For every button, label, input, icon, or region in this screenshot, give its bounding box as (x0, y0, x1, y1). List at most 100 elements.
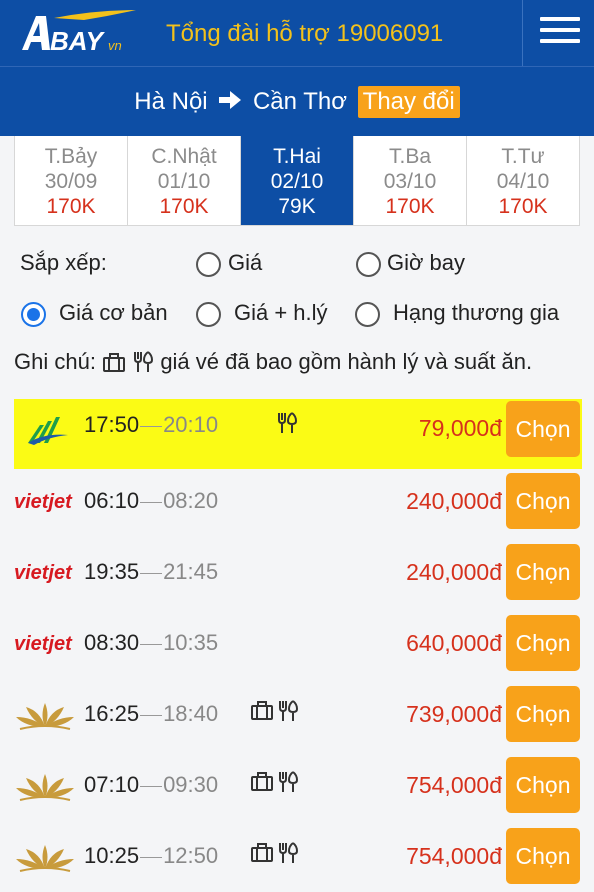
flight-price: 739,000đ (406, 701, 502, 727)
flight-price: 754,000đ (406, 843, 502, 869)
choose-flight-button[interactable]: Chọn (506, 828, 580, 884)
route-bar: Hà Nội Cần Thơ Thay đổi (0, 66, 594, 136)
flight-row[interactable]: 07:10 09:30 754,000đ Chọn (0, 754, 594, 816)
svg-text:vietjet: vietjet (14, 562, 73, 584)
date-tab[interactable]: C.Nhật 01/10 170K (128, 136, 241, 225)
svg-text:vietjet: vietjet (14, 633, 73, 655)
luggage-icon (250, 842, 274, 868)
fare-basic-label[interactable]: Giá cơ bản (59, 300, 168, 326)
flight-time: 10:25 12:50 (84, 843, 218, 869)
vietnam-airlines-logo-icon (14, 766, 76, 806)
fare-luggage-radio[interactable] (196, 302, 221, 327)
date-tab-active[interactable]: T.Hai 02/10 79K (241, 136, 354, 225)
time-separator (140, 643, 163, 645)
flight-time: 17:50 20:10 (84, 412, 218, 438)
date-tab-weekday: T.Tư (501, 145, 545, 168)
time-separator (140, 714, 163, 716)
sort-row: Sắp xếp: Giá Giờ bay (0, 250, 594, 284)
route-summary: Hà Nội Cần Thơ Thay đổi (0, 86, 594, 118)
note-description: giá vé đã bao gồm hành lý và suất ăn. (160, 349, 533, 374)
vietnam-airlines-logo-icon (14, 695, 76, 735)
hotline-text[interactable]: Tổng đài hỗ trợ 19006091 (166, 20, 443, 48)
flight-row[interactable]: 17:50 20:10 79,000đ Chọn (14, 399, 582, 469)
luggage-icon (250, 700, 274, 726)
date-tab[interactable]: T.Bảy 30/09 170K (15, 136, 128, 225)
svg-text:vietjet: vietjet (14, 491, 73, 513)
fare-business-radio[interactable] (355, 302, 380, 327)
date-tabs: T.Bảy 30/09 170K C.Nhật 01/10 170K T.Hai… (14, 136, 580, 226)
note-label: Ghi chú: (14, 349, 96, 374)
fare-basic-radio[interactable] (21, 302, 46, 327)
meal-icon (277, 770, 299, 798)
vietjet-logo-icon: vietjet (14, 553, 76, 593)
time-separator (140, 856, 163, 858)
choose-flight-button[interactable]: Chọn (506, 757, 580, 813)
time-separator (140, 785, 163, 787)
meal-icon (277, 699, 299, 727)
bamboo-logo-icon (14, 411, 76, 451)
departure-time: 17:50 (84, 412, 140, 437)
meal-icon (277, 841, 299, 869)
date-tab-date: 03/10 (383, 170, 437, 193)
choose-flight-button[interactable]: Chọn (506, 544, 580, 600)
sort-time-label[interactable]: Giờ bay (387, 250, 465, 276)
date-tab-date: 01/10 (157, 170, 211, 193)
sort-label: Sắp xếp: (20, 250, 107, 275)
note-text: Ghi chú: giá vé đã bao gồm hành lý và su… (14, 349, 532, 375)
flight-time: 06:10 08:20 (84, 488, 218, 514)
fare-luggage-label[interactable]: Giá + h.lý (234, 300, 328, 326)
vietjet-logo-icon: vietjet (14, 624, 76, 664)
date-tab-price: 170K (159, 195, 209, 218)
date-tab-weekday: C.Nhật (151, 145, 217, 168)
luggage-icon (250, 771, 274, 797)
hamburger-menu-icon[interactable] (540, 17, 580, 45)
amenities (250, 841, 299, 869)
flight-row[interactable]: vietjet 06:10 08:20 240,000đ Chọn (0, 470, 594, 532)
arrow-right-icon (218, 89, 242, 117)
arrival-time: 20:10 (163, 412, 219, 437)
arrival-time: 10:35 (163, 630, 219, 655)
flight-price: 240,000đ (406, 488, 502, 514)
flight-price: 640,000đ (406, 630, 502, 656)
choose-flight-button[interactable]: Chọn (506, 401, 580, 457)
flight-row[interactable]: 10:25 12:50 754,000đ Chọn (0, 825, 594, 887)
flight-row[interactable]: vietjet 08:30 10:35 640,000đ Chọn (0, 612, 594, 674)
arrival-time: 08:20 (163, 488, 219, 513)
flight-row[interactable]: 16:25 18:40 739,000đ Chọn (0, 683, 594, 745)
meal-icon (134, 351, 154, 372)
date-tab[interactable]: T.Tư 04/10 170K (467, 136, 579, 225)
flight-row[interactable]: vietjet 19:35 21:45 240,000đ Chọn (0, 541, 594, 603)
date-tab-weekday: T.Ba (388, 145, 432, 168)
arrival-time: 18:40 (163, 701, 219, 726)
date-tab[interactable]: T.Ba 03/10 170K (354, 136, 467, 225)
luggage-icon (103, 353, 126, 372)
destination-city: Cần Thơ (252, 88, 347, 115)
fare-business-label[interactable]: Hạng thương gia (393, 300, 559, 326)
sort-price-radio[interactable] (196, 252, 221, 277)
time-separator (140, 572, 163, 574)
departure-time: 06:10 (84, 488, 140, 513)
meal-icon (276, 411, 298, 439)
date-tab-price: 170K (46, 195, 96, 218)
departure-time: 16:25 (84, 701, 140, 726)
flight-price: 754,000đ (406, 772, 502, 798)
date-tab-date: 04/10 (496, 170, 550, 193)
arrival-time: 09:30 (163, 772, 219, 797)
choose-flight-button[interactable]: Chọn (506, 686, 580, 742)
date-tab-date: 30/09 (44, 170, 98, 193)
vietjet-logo-icon: vietjet (14, 482, 76, 522)
amenities (250, 770, 299, 798)
departure-time: 19:35 (84, 559, 140, 584)
svg-text:BAY: BAY (50, 26, 106, 56)
sort-time-radio[interactable] (356, 252, 381, 277)
change-route-button[interactable]: Thay đổi (357, 86, 460, 118)
time-separator (140, 425, 163, 427)
flight-price: 240,000đ (406, 559, 502, 585)
sort-price-label[interactable]: Giá (228, 250, 262, 276)
choose-flight-button[interactable]: Chọn (506, 473, 580, 529)
choose-flight-button[interactable]: Chọn (506, 615, 580, 671)
vietnam-airlines-logo-icon (14, 837, 76, 877)
date-tab-weekday: T.Hai (273, 145, 321, 168)
abay-logo[interactable]: BAY vn (14, 8, 138, 56)
arrival-time: 12:50 (163, 843, 219, 868)
